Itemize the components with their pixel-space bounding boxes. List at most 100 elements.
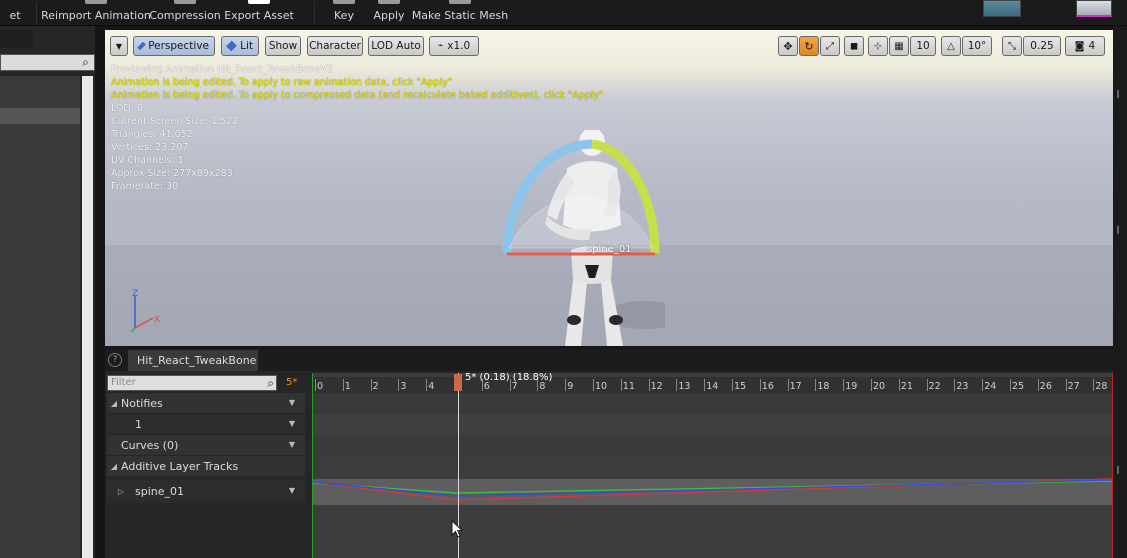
character-label: Character <box>309 40 361 52</box>
animation-thumbnail[interactable] <box>1076 0 1112 17</box>
scale-mode-button[interactable]: ⤢ <box>820 36 840 56</box>
ruler-tick-line <box>565 379 567 391</box>
track-additive-layers[interactable]: ◢ Additive Layer Tracks <box>107 456 305 476</box>
mannequin-character[interactable] <box>495 130 665 346</box>
key-button[interactable]: Key <box>330 0 358 26</box>
ruler-tick-line <box>315 379 316 391</box>
track-spine-label: spine_01 <box>135 484 185 498</box>
lit-label: Lit <box>240 40 253 52</box>
toolbar-separator <box>36 2 37 24</box>
chevron-down-icon[interactable]: ▼ <box>289 419 295 428</box>
chevron-down-icon[interactable]: ▼ <box>289 398 295 407</box>
preview-viewport[interactable]: ▼ Perspective Lit Show Character LOD Aut… <box>105 30 1113 346</box>
timeline-tab[interactable]: Hit_React_TweakBone <box>128 350 258 371</box>
apply-icon <box>378 0 400 4</box>
track-curves[interactable]: Curves (0) ▼ <box>107 435 305 455</box>
track-notifies[interactable]: ◢ Notifies ▼ <box>107 393 305 413</box>
ruler-tick-label: 18 <box>817 381 830 392</box>
chevron-down-icon[interactable]: ▼ <box>289 440 295 449</box>
reimport-icon <box>85 0 107 4</box>
key-icon <box>333 0 355 4</box>
additive-curve-graph[interactable] <box>312 473 1113 513</box>
rotate-mode-button[interactable]: ↻ <box>799 36 819 56</box>
ruler-tick-label: 14 <box>706 381 719 392</box>
skeleton-thumbnail[interactable] <box>983 0 1021 17</box>
grid-snap-toggle[interactable]: ▦ <box>889 36 909 56</box>
list-item-selected[interactable] <box>0 108 80 124</box>
frame-ruler[interactable]: 0123456789101112131415161718192021222324… <box>312 377 1113 393</box>
lod-button[interactable]: LOD Auto <box>368 36 424 56</box>
ruler-tick-label: 1 <box>344 381 351 392</box>
axis-indicator: Z X <box>130 289 160 333</box>
rotation-snap-value-label: 10° <box>967 40 987 52</box>
ruler-tick-line <box>732 379 733 391</box>
camera-speed-button[interactable]: ◙ 4 <box>1065 36 1105 56</box>
playhead-handle[interactable] <box>454 374 462 391</box>
main-toolbar: et Reimport Animation Compression Export… <box>0 0 1127 26</box>
ruler-tick-label: 12 <box>650 381 663 392</box>
ruler-tick-line <box>620 379 622 391</box>
compression-icon <box>174 0 196 4</box>
scale-snap-toggle[interactable]: ⤡ <box>1002 36 1022 56</box>
search-icon: ⌕ <box>82 55 89 69</box>
lit-button[interactable]: Lit <box>221 36 259 56</box>
compression-label: Compression <box>149 9 221 22</box>
toolbar-separator <box>314 2 315 24</box>
asset-search-input[interactable]: ⌕ <box>0 54 95 71</box>
ruler-tick-label: 27 <box>1067 381 1080 392</box>
static-mesh-icon <box>449 0 471 4</box>
grid-snap-value[interactable]: 10 <box>910 36 936 56</box>
ruler-tick-line <box>704 379 706 391</box>
rotation-snap-toggle[interactable]: △ <box>941 36 961 56</box>
surface-snap-button[interactable]: ⊹ <box>868 36 888 56</box>
asset-list[interactable] <box>0 76 80 558</box>
move-icon: ✥ <box>783 39 793 53</box>
chevron-down-icon[interactable]: ▼ <box>289 486 295 495</box>
collapse-triangle-icon[interactable]: ▷ <box>107 487 135 496</box>
character-button[interactable]: Character <box>307 36 363 56</box>
apply-button[interactable]: Apply <box>372 0 406 26</box>
expand-triangle-icon[interactable]: ◢ <box>107 399 121 408</box>
asset-browser-tab[interactable] <box>0 30 33 48</box>
mouse-cursor-icon <box>451 520 464 538</box>
ruler-tick-label: 2 <box>372 381 379 392</box>
ruler-tick-line <box>759 379 761 391</box>
ruler-tick-line <box>898 379 900 391</box>
cutoff-toolbar-button[interactable]: et <box>0 0 30 26</box>
playback-speed-button[interactable]: ⌁ x1.0 <box>429 36 479 56</box>
timeline-row-curves <box>312 435 1113 456</box>
dock-handle[interactable] <box>1117 90 1119 98</box>
export-asset-button[interactable]: Export Asset <box>224 0 294 26</box>
info-warn-compressed: Animation is being edited. To apply to c… <box>111 90 604 101</box>
ruler-tick-label: 25 <box>1012 381 1025 392</box>
ruler-tick-line <box>982 379 984 391</box>
ruler-tick-line <box>843 379 845 391</box>
compression-button[interactable]: Compression <box>149 0 221 26</box>
ruler-tick-label: 26 <box>1039 381 1052 392</box>
rotation-snap-value[interactable]: 10° <box>962 36 992 56</box>
reimport-animation-button[interactable]: Reimport Animation <box>41 0 151 26</box>
ruler-tick-line <box>787 379 789 391</box>
translate-mode-button[interactable]: ✥ <box>778 36 798 56</box>
expand-triangle-icon[interactable]: ◢ <box>107 462 121 471</box>
axis-x-label: X <box>154 315 160 325</box>
viewport-toolbar: ▼ Perspective Lit Show Character LOD Aut… <box>105 30 1113 60</box>
coordinate-space-button[interactable]: ◼ <box>844 36 864 56</box>
perspective-button[interactable]: Perspective <box>133 36 215 56</box>
info-vertices: Vertices: 23,207 <box>111 142 189 153</box>
track-notify-1[interactable]: 1 ▼ <box>107 414 305 434</box>
timeline-track-area[interactable]: 0123456789101112131415161718192021222324… <box>312 373 1113 558</box>
help-icon[interactable]: ? <box>108 353 122 367</box>
make-static-mesh-button[interactable]: Make Static Mesh <box>412 0 508 26</box>
ruler-tick-label: 19 <box>845 381 858 392</box>
dock-handle[interactable] <box>1117 466 1119 474</box>
playhead-label: 5* (0.18) (18.8%) <box>465 373 553 383</box>
track-spine-01[interactable]: ▷ spine_01 ▼ <box>107 479 305 503</box>
viewport-options-button[interactable]: ▼ <box>110 36 128 56</box>
show-button[interactable]: Show <box>265 36 301 56</box>
scale-snap-value[interactable]: 0.25 <box>1023 36 1061 56</box>
asset-list-scrollbar[interactable] <box>82 76 93 558</box>
track-filter-input[interactable]: Filter ⌕ <box>107 375 277 391</box>
dock-handle[interactable] <box>1117 226 1119 234</box>
track-additive-label: Additive Layer Tracks <box>121 459 239 473</box>
